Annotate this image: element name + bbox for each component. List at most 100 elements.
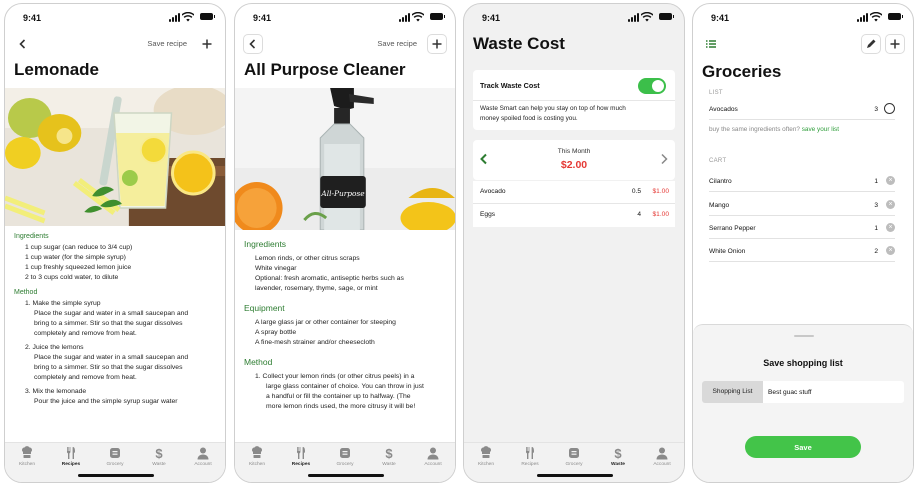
account-icon: [655, 446, 669, 460]
ingredient-item: Lemon rinds, or other citrus scraps: [255, 255, 360, 262]
tab-waste[interactable]: Waste: [596, 446, 640, 467]
wifi-icon: [182, 12, 194, 22]
cart-item[interactable]: Serrano Pepper 1 ×: [709, 217, 895, 239]
tab-account[interactable]: Account: [640, 446, 684, 467]
kitchen-icon: [250, 446, 264, 460]
save-recipe-label[interactable]: Save recipe: [147, 39, 187, 48]
step-text: completely and remove from heat.: [34, 330, 137, 337]
checkbox-circle-icon[interactable]: [884, 103, 895, 114]
month-selector-card: This Month $2.00: [473, 140, 675, 180]
list-item[interactable]: Avocado 0.5 $1.00: [473, 181, 675, 204]
item-name: Eggs: [480, 211, 496, 218]
item-name: Mango: [709, 202, 730, 209]
item-qty: 3: [874, 202, 878, 209]
tab-account[interactable]: Account: [411, 446, 455, 467]
grocery-header: [701, 34, 905, 56]
kitchen-icon: [20, 446, 34, 460]
back-button[interactable]: [243, 34, 263, 54]
step-text: Place the sugar and water in a small sau…: [34, 354, 189, 361]
tab-grocery[interactable]: Grocery: [323, 446, 367, 467]
step-text: Pour the juice and the simple syrup suga…: [34, 398, 178, 405]
tab-waste[interactable]: Waste: [367, 446, 411, 467]
list-name-input[interactable]: [768, 381, 900, 403]
tab-kitchen[interactable]: Kitchen: [464, 446, 508, 467]
tab-account[interactable]: Account: [181, 446, 225, 467]
save-list-sheet: Save shopping list Shopping List Save: [693, 324, 913, 482]
home-indicator: [308, 474, 384, 477]
remove-item-icon[interactable]: ×: [886, 246, 895, 255]
tab-grocery[interactable]: Grocery: [93, 446, 137, 467]
add-item-button[interactable]: [885, 34, 905, 54]
phone-waste-cost: 9:41 Waste Cost Track Waste Cost Waste S…: [463, 3, 685, 483]
method-text: 1. Collect your lemon rinds (or other ci…: [255, 373, 415, 380]
tab-kitchen[interactable]: Kitchen: [5, 446, 49, 467]
home-indicator: [537, 474, 613, 477]
hint-text: buy the same ingredients often?: [709, 126, 800, 133]
edit-list-button[interactable]: [861, 34, 881, 54]
tab-kitchen[interactable]: Kitchen: [235, 446, 279, 467]
save-recipe-button[interactable]: [427, 34, 447, 54]
item-name: Cilantro: [709, 178, 732, 185]
status-icons: [628, 12, 674, 22]
waste-total: $2.00: [560, 159, 588, 171]
cart-item[interactable]: Mango 3 ×: [709, 194, 895, 216]
bottle-label-text: All-Purpose: [320, 189, 365, 198]
step-text: completely and remove from heat.: [34, 374, 137, 381]
cart-item[interactable]: White Onion 2 ×: [709, 240, 895, 262]
pencil-icon: [867, 39, 876, 48]
save-list-link[interactable]: save your list: [802, 126, 839, 133]
waste-item-list: Avocado 0.5 $1.00 Eggs 4 $1.00: [473, 181, 675, 227]
tab-label: Waste: [382, 462, 396, 467]
sheet-grabber[interactable]: [794, 335, 814, 337]
save-recipe-label[interactable]: Save recipe: [377, 39, 417, 48]
recipe-body: Ingredients Lemon rinds, or other citrus…: [244, 230, 447, 412]
list-view-button[interactable]: [701, 34, 721, 54]
next-month-button[interactable]: [659, 152, 669, 170]
item-name: Avocado: [480, 188, 506, 195]
tab-label: Grocery: [336, 462, 354, 467]
tab-label: Account: [653, 462, 671, 467]
tab-bar: Kitchen Recipes Grocery Waste Account: [464, 442, 684, 482]
grocery-icon: [567, 446, 581, 460]
grocery-icon: [108, 446, 122, 460]
step-text: bring to a simmer. Stir so that the suga…: [34, 320, 183, 327]
cart-item[interactable]: Cilantro 1 ×: [709, 170, 895, 192]
step-text: bring to a simmer. Stir so that the suga…: [34, 364, 183, 371]
dollar-icon: [611, 446, 625, 460]
step-title: 1. Make the simple syrup: [25, 300, 101, 307]
remove-item-icon[interactable]: ×: [886, 176, 895, 185]
ingredient-item: Optional: fresh aromatic, antiseptic her…: [255, 275, 404, 282]
status-bar: 9:41: [464, 4, 684, 30]
remove-item-icon[interactable]: ×: [886, 200, 895, 209]
waste-description: Waste Smart can help you stay on top of …: [480, 104, 626, 124]
battery-icon: [659, 13, 674, 20]
tab-recipes[interactable]: Recipes: [508, 446, 552, 467]
description-line: money spoiled food is costing you.: [480, 115, 578, 122]
list-item[interactable]: Avocados 3: [709, 98, 895, 120]
tab-grocery[interactable]: Grocery: [552, 446, 596, 467]
list-item[interactable]: Eggs 4 $1.00: [473, 204, 675, 227]
plus-icon: [890, 39, 900, 49]
tab-label: Recipes: [291, 462, 311, 467]
status-bar: 9:41: [693, 4, 913, 30]
back-button[interactable]: [13, 34, 33, 54]
item-qty: 0.5: [631, 188, 641, 195]
tab-recipes[interactable]: Recipes: [49, 446, 93, 467]
item-qty: 4: [637, 211, 641, 218]
save-recipe-button[interactable]: [197, 34, 217, 54]
save-button[interactable]: Save: [745, 436, 861, 458]
ingredient-item: 1 cup water (for the simple syrup): [25, 254, 126, 261]
step-title: 3. Mix the lemonade: [25, 388, 87, 395]
tab-waste[interactable]: Waste: [137, 446, 181, 467]
recipe-photo: [5, 88, 225, 226]
remove-item-icon[interactable]: ×: [886, 223, 895, 232]
phone-recipe-cleaner: 9:41 Save recipe All Purpose Cleaner All…: [234, 3, 456, 483]
status-time: 9:41: [482, 13, 501, 23]
dollar-icon: [152, 446, 166, 460]
plus-icon: [202, 39, 212, 49]
track-waste-toggle[interactable]: [638, 78, 666, 94]
step-text: Place the sugar and water in a small sau…: [34, 310, 189, 317]
kitchen-icon: [479, 446, 493, 460]
recipe-header: Save recipe: [243, 34, 447, 56]
tab-recipes[interactable]: Recipes: [279, 446, 323, 467]
